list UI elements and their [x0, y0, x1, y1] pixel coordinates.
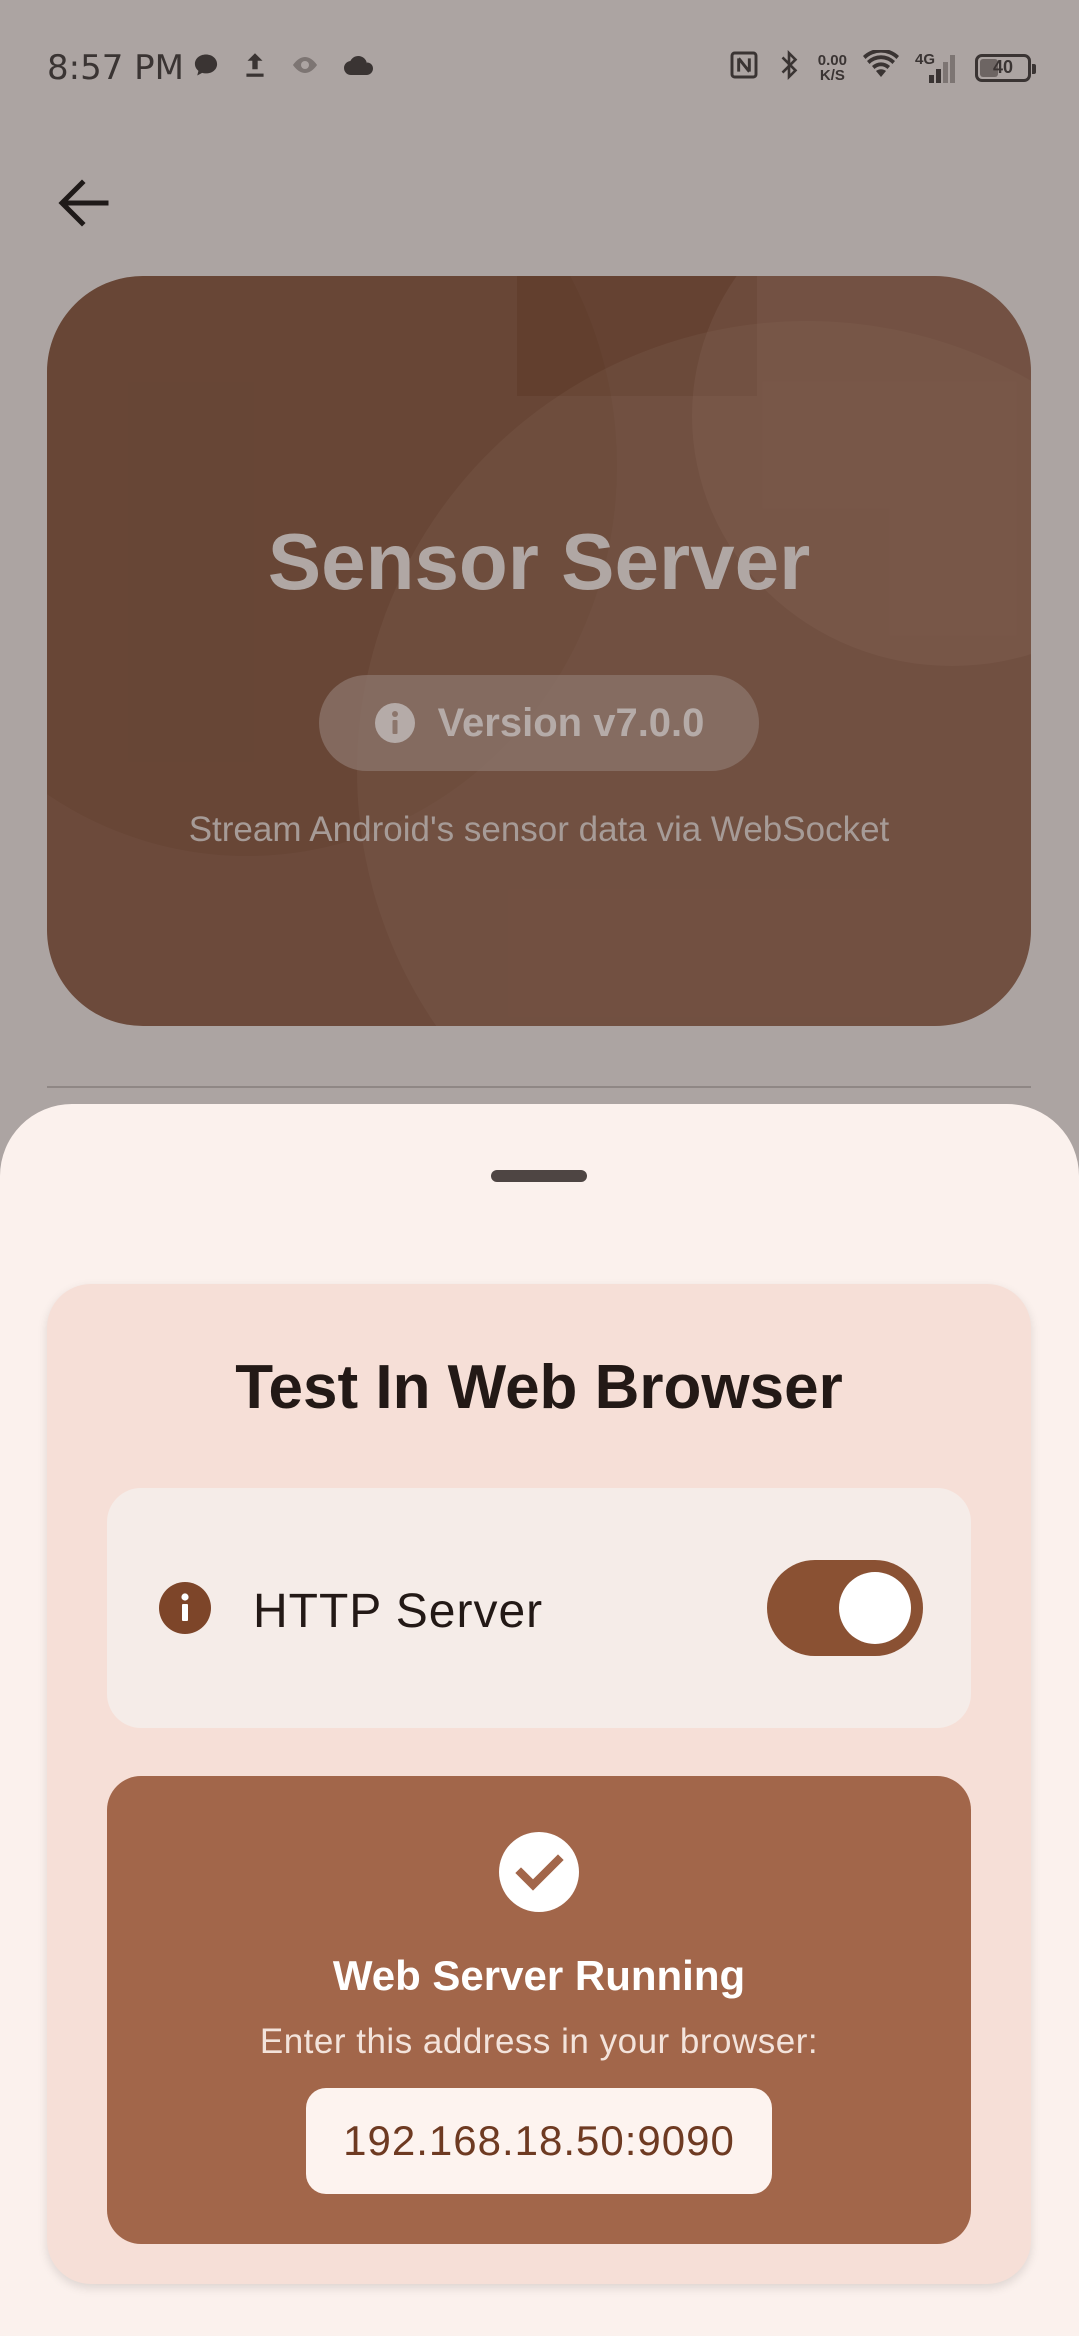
server-address-box[interactable]: 192.168.18.50:9090	[306, 2088, 772, 2194]
eye-icon	[290, 54, 320, 81]
status-time: 8:57 PM	[47, 48, 184, 88]
notification-icons	[192, 50, 374, 85]
upload-icon	[242, 50, 268, 85]
back-button[interactable]	[50, 170, 116, 236]
app-info-card: Sensor Server Version v7.0.0 Stream Andr…	[47, 276, 1031, 1026]
net-speed: 0.00 K/S	[818, 53, 847, 83]
divider	[47, 1086, 1031, 1088]
info-icon	[374, 703, 415, 743]
check-circle-icon	[499, 1832, 579, 1912]
arrow-back-icon	[58, 179, 109, 227]
server-status-panel: Web Server Running Enter this address in…	[107, 1776, 971, 2244]
battery-level: 40	[992, 57, 1014, 77]
bottom-sheet: Test In Web Browser HTTP Server Web Serv…	[0, 1104, 1079, 2336]
test-in-browser-card: Test In Web Browser HTTP Server Web Serv…	[47, 1284, 1031, 2284]
nfc-icon	[728, 49, 760, 86]
http-server-row: HTTP Server	[107, 1488, 971, 1728]
cloud-icon	[342, 53, 374, 82]
server-address[interactable]: 192.168.18.50:9090	[343, 2117, 735, 2165]
http-server-label: HTTP Server	[253, 1585, 544, 1638]
battery-icon: 40	[975, 53, 1036, 82]
server-status-hint: Enter this address in your browser:	[259, 2022, 819, 2061]
http-server-toggle[interactable]	[767, 1560, 923, 1656]
cellular-4g-icon: 4G	[915, 51, 959, 85]
info-icon[interactable]	[159, 1582, 211, 1634]
version-text: Version v7.0.0	[437, 700, 705, 745]
card-title: Test In Web Browser	[235, 1353, 843, 1422]
bluetooth-icon	[776, 48, 802, 87]
system-icons: 0.00 K/S 4G 40	[728, 48, 1036, 87]
status-bar: 8:57 PM 0.00 K/S 4G 40	[0, 0, 1079, 135]
app-title: Sensor Server	[267, 517, 811, 606]
net-speed-unit: K/S	[819, 66, 845, 84]
sheet-drag-handle[interactable]	[491, 1170, 587, 1182]
app-subtitle: Stream Android's sensor data via WebSock…	[188, 810, 890, 849]
net-speed-value: 0.00	[817, 51, 847, 69]
version-badge: Version v7.0.0	[319, 675, 759, 771]
server-status-title: Web Server Running	[332, 1952, 746, 1999]
chat-bubble-icon	[192, 51, 220, 84]
toggle-knob	[839, 1572, 911, 1644]
wifi-icon	[863, 48, 899, 85]
